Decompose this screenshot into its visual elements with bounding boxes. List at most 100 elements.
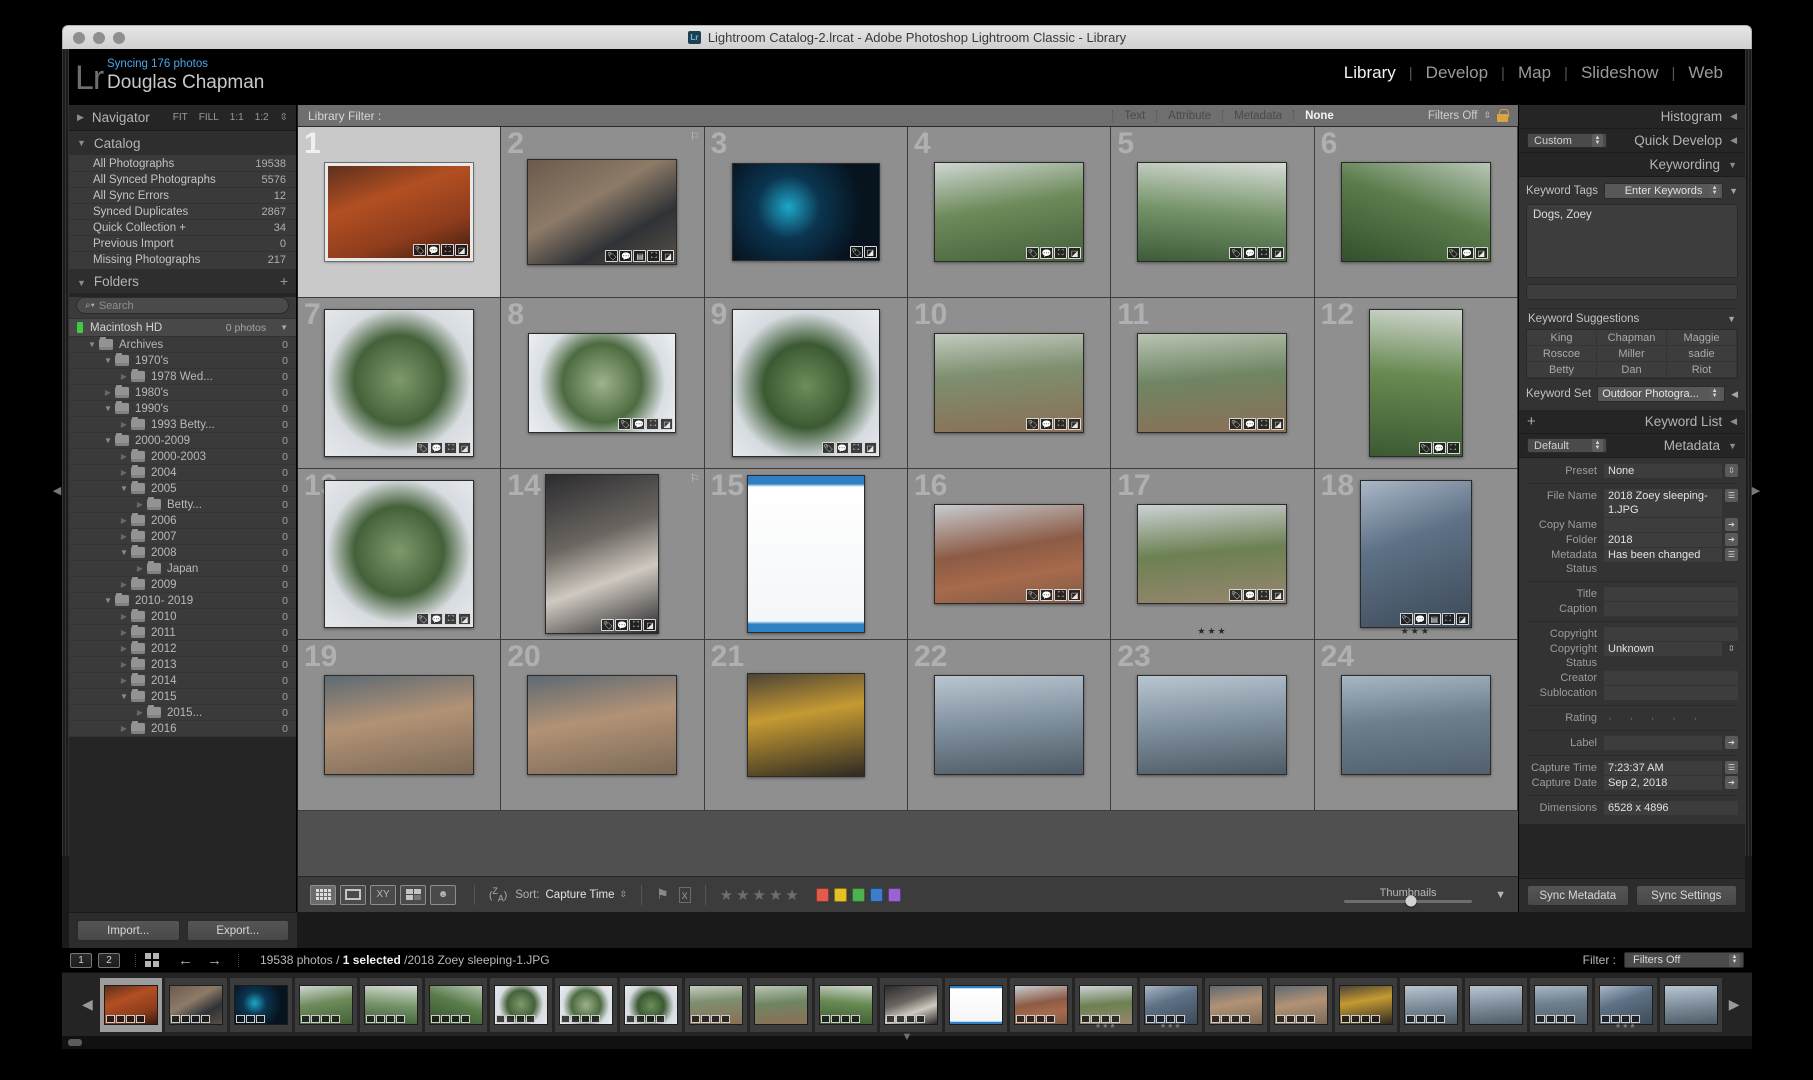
edit-badge-icon[interactable]: ◪ (1068, 247, 1082, 259)
comment-badge-icon[interactable]: 💬 (1040, 247, 1054, 259)
chevron-right-icon[interactable]: ▶ (133, 708, 147, 717)
photo-thumbnail[interactable]: 🏷 💬 ⛶ ◪ (934, 162, 1085, 262)
thumbnail-badge-icon[interactable] (450, 1014, 460, 1023)
photo-thumbnail[interactable] (746, 475, 865, 633)
edit-badge-icon[interactable]: ◪ (661, 250, 675, 262)
filmstrip-filter-select[interactable]: Filters Off ▲ ▼ (1624, 952, 1744, 968)
filmstrip-thumbnail[interactable] (359, 977, 422, 1032)
catalog-item[interactable]: All Photographs 19538 (69, 156, 296, 172)
chevron-right-icon[interactable]: ▶ (117, 420, 131, 429)
comment-badge-icon[interactable]: 💬 (1243, 589, 1257, 601)
filmstrip-thumbnail[interactable] (294, 977, 357, 1032)
sort-value[interactable]: Capture Time (546, 889, 615, 901)
filmstrip-thumbnail[interactable]: ★★★ (1594, 977, 1657, 1032)
chevron-left-icon[interactable]: ◀ (1730, 111, 1737, 122)
sort-direction-icon[interactable]: (ZA) (489, 886, 507, 903)
catalog-item[interactable]: Missing Photographs 217 (69, 252, 296, 268)
grid-cell[interactable]: 16 🏷 💬 ⛶ ◪ (907, 469, 1112, 640)
chevron-right-icon[interactable]: ▶ (77, 112, 84, 123)
thumbnail-badge-icon[interactable] (365, 1014, 375, 1023)
metadata-goto-icon[interactable]: ➔ (1725, 776, 1738, 789)
filmstrip-thumbnail[interactable]: ★★★ (1139, 977, 1202, 1032)
add-folder-button[interactable]: + (280, 273, 288, 289)
toolbar-chevron-down-icon[interactable]: ▼ (1489, 889, 1506, 901)
quick-develop-header[interactable]: Custom ▲ ▼ Quick Develop ◀ (1519, 129, 1745, 153)
chevron-right-icon[interactable]: ▶ (117, 676, 131, 685)
stepper-icon[interactable]: ▲ ▼ (1729, 953, 1740, 967)
keyword-set-select[interactable]: Outdoor Photogra... ▲ ▼ (1597, 386, 1726, 402)
folder-tree-item[interactable]: ▼ 2008 0 (69, 544, 296, 561)
zoom-stepper-icon[interactable]: ⇳ (280, 112, 288, 123)
keyword-add-input[interactable] (1526, 284, 1738, 300)
chevron-right-icon[interactable]: ▶ (117, 452, 131, 461)
thumbnail-size-slider[interactable] (1344, 899, 1473, 903)
grid-cell[interactable]: 4 🏷 💬 ⛶ ◪ (907, 127, 1112, 298)
filmstrip-right-arrow-icon[interactable]: ▶ (1725, 996, 1744, 1013)
forward-arrow-icon[interactable]: → (207, 952, 222, 969)
thumbnail-badge-icon[interactable] (840, 1014, 850, 1023)
grid-cell[interactable]: 20 (501, 640, 705, 811)
folder-tree-item[interactable]: ▼ 1970's 0 (69, 352, 296, 369)
module-web[interactable]: Web (1675, 63, 1736, 83)
photo-thumbnail[interactable]: 🏷 💬 ⛶ ◪ (731, 309, 880, 457)
comment-badge-icon[interactable]: 💬 (1040, 589, 1054, 601)
metadata-row[interactable]: Folder 2018 ➔ (1526, 533, 1738, 547)
catalog-item[interactable]: All Sync Errors 12 (69, 188, 296, 204)
folder-tree-item[interactable]: ▶ 2007 0 (69, 528, 296, 545)
grid-cell[interactable]: 10 🏷 💬 ⛶ ◪ (907, 298, 1112, 469)
filmstrip-thumbnail[interactable] (1009, 977, 1072, 1032)
grid-cell[interactable]: 19 (298, 640, 502, 811)
thumbnail-badge-icon[interactable] (830, 1014, 840, 1023)
grid-cell-rating[interactable]: ★★★ (1401, 626, 1431, 637)
metadata-row[interactable]: Dimensions 6528 x 4896 (1526, 801, 1738, 815)
chevron-right-icon[interactable]: ▶ (117, 644, 131, 653)
thumbnail-badge-icon[interactable] (655, 1014, 665, 1023)
photo-thumbnail[interactable]: 🏷 💬 ⛶ ◪ (324, 309, 475, 457)
thumbnail-badge-icon[interactable] (895, 1014, 905, 1023)
chevron-down-icon[interactable]: ▼ (1728, 160, 1737, 170)
loupe-view-button[interactable] (340, 884, 366, 905)
edit-badge-icon[interactable]: ◪ (1474, 247, 1488, 259)
import-button[interactable]: Import... (77, 920, 180, 941)
metadata-row[interactable]: Title (1526, 587, 1738, 601)
chevron-down-icon[interactable]: ▼ (101, 596, 115, 605)
thumbnail-badge-icon[interactable] (200, 1014, 210, 1023)
keyword-suggestion[interactable]: Dan (1597, 362, 1667, 378)
metadata-row[interactable]: Capture Date Sep 2, 2018 ➔ (1526, 776, 1738, 790)
metadata-value[interactable] (1604, 587, 1738, 601)
edit-badge-icon[interactable]: ◪ (1455, 613, 1469, 625)
add-keyword-button[interactable]: + (1527, 413, 1536, 430)
thumbnail-badge-icon[interactable] (1360, 1014, 1370, 1023)
folder-tree-item[interactable]: ▶ 1993 Betty... 0 (69, 416, 296, 433)
thumbnail-badge-icon[interactable] (440, 1014, 450, 1023)
thumbnail-badge-icon[interactable] (1035, 1014, 1045, 1023)
thumbnail-badge-icon[interactable] (905, 1014, 915, 1023)
crop-badge-icon[interactable]: ⛶ (444, 442, 458, 454)
grid-cell[interactable]: 23 (1111, 640, 1315, 811)
folder-tree-item[interactable]: ▼ 2000-2009 0 (69, 432, 296, 449)
keyword-entry-mode-select[interactable]: Enter Keywords ▲ ▼ (1604, 183, 1724, 199)
metadata-header[interactable]: Default ▲ ▼ Metadata ▼ (1519, 434, 1745, 458)
thumbnail-badge-icon[interactable] (690, 1014, 700, 1023)
grid-cell[interactable]: 12 🏷 💬 ⛶ (1314, 298, 1518, 469)
filmstrip-thumbnail[interactable] (1529, 977, 1592, 1032)
keyword-tags-textarea[interactable]: Dogs, Zoey (1526, 204, 1738, 278)
right-panel-collapse-arrow[interactable]: ▶ (1751, 470, 1761, 510)
screen-1-button[interactable]: 1 (70, 952, 92, 968)
keyword-suggestions-header[interactable]: Keyword Suggestions ▼ (1526, 308, 1738, 329)
edit-badge-icon[interactable]: ◪ (863, 442, 877, 454)
edit-badge-icon[interactable]: ◪ (1271, 247, 1285, 259)
thumbnail-badge-icon[interactable] (460, 1014, 470, 1023)
keyword-suggestion[interactable]: Betty (1527, 362, 1597, 378)
thumbnail-badge-icon[interactable] (170, 1014, 180, 1023)
filmstrip-thumbnail[interactable] (1399, 977, 1462, 1032)
thumbnail-badge-icon[interactable] (1220, 1014, 1230, 1023)
chevron-down-icon[interactable]: ▼ (117, 484, 131, 493)
thumbnail-badge-icon[interactable] (330, 1014, 340, 1023)
grid-cell[interactable]: 15 (704, 469, 908, 640)
grid-cell[interactable]: 2 ⚐ 🏷 💬 ▤ ⛶ ◪ (501, 127, 705, 298)
keyword-list-header[interactable]: + Keyword List ◀ (1519, 410, 1745, 434)
edit-badge-icon[interactable]: ◪ (863, 246, 877, 258)
metadata-goto-icon[interactable]: ➔ (1725, 533, 1738, 546)
folder-tree-item[interactable]: ▼ 2015 0 (69, 688, 296, 705)
